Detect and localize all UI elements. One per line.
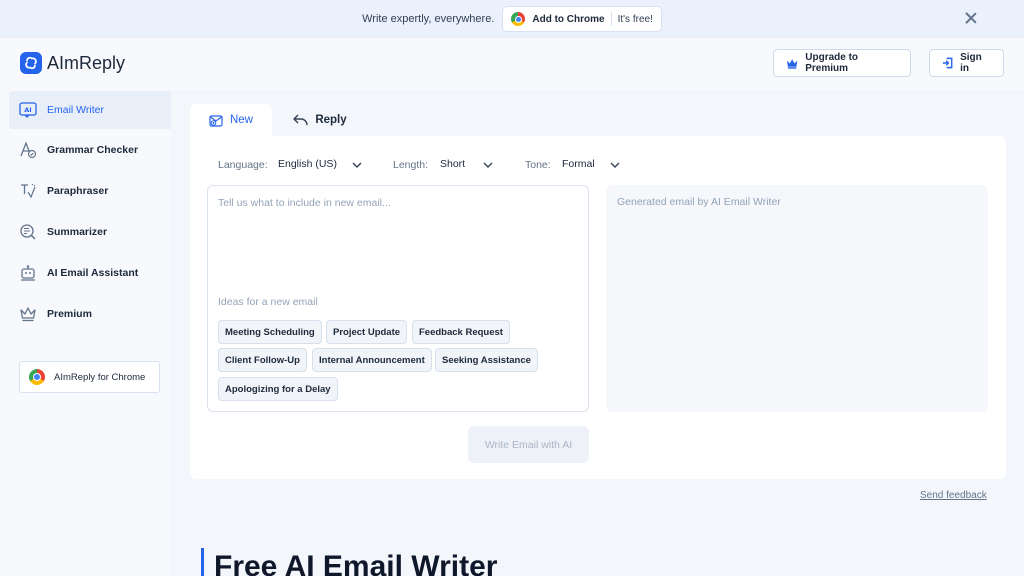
pill-divider (610, 12, 612, 26)
logo-icon (20, 52, 42, 74)
page-title: Free AI Email Writer (214, 550, 498, 576)
sidebar-item-grammar-checker[interactable]: Grammar Checker (9, 131, 171, 169)
grammar-icon (19, 141, 37, 159)
crown-icon (19, 305, 37, 323)
email-writer-card: Language: English (US) Length: Short Ton… (190, 136, 1006, 479)
sign-in-icon (942, 57, 953, 69)
crown-icon (786, 58, 798, 69)
send-feedback-link[interactable]: Send feedback (920, 490, 987, 501)
tab-reply[interactable]: Reply (274, 104, 366, 136)
tab-reply-label: Reply (315, 114, 347, 126)
chrome-card-label: AImReply for Chrome (54, 371, 146, 383)
sidebar-item-label: AI Email Assistant (47, 267, 139, 279)
free-note: It's free! (617, 13, 653, 25)
upgrade-button[interactable]: Upgrade to Premium (773, 49, 911, 77)
logo-text: AImReply (47, 52, 126, 73)
reply-icon (293, 114, 309, 126)
tone-label: Tone: (525, 159, 551, 171)
language-label: Language: (218, 159, 268, 171)
chrome-extension-card[interactable]: AImReply for Chrome (19, 361, 160, 393)
tone-select[interactable]: Formal (562, 158, 595, 170)
email-prompt-input[interactable]: Tell us what to include in new email... … (207, 185, 589, 412)
input-placeholder[interactable]: Tell us what to include in new email... (218, 197, 391, 209)
idea-chip[interactable]: Apologizing for a Delay (218, 377, 338, 401)
sidebar: AI Email Writer Grammar Checker Paraphra… (0, 90, 171, 576)
upgrade-label: Upgrade to Premium (805, 52, 859, 74)
sidebar-item-label: Grammar Checker (47, 144, 139, 156)
chevron-down-icon[interactable] (352, 160, 362, 170)
sign-in-button[interactable]: Sign in (929, 49, 1004, 77)
sidebar-item-label: Paraphraser (47, 185, 109, 197)
idea-chip[interactable]: Meeting Scheduling (218, 320, 322, 344)
chevron-down-icon[interactable] (610, 160, 620, 170)
add-to-chrome-button[interactable]: Add to Chrome It's free! (502, 6, 662, 32)
tab-new[interactable]: New (190, 104, 272, 136)
sidebar-item-ai-email-assistant[interactable]: AI Email Assistant (9, 254, 171, 292)
promo-banner: Write expertly, everywhere. Add to Chrom… (0, 0, 1024, 38)
language-select[interactable]: English (US) (278, 158, 337, 170)
chrome-icon (29, 369, 45, 385)
sidebar-item-email-writer[interactable]: AI Email Writer (9, 91, 171, 129)
compose-icon (209, 114, 223, 127)
hero-accent-bar (201, 548, 204, 576)
sidebar-item-label: Email Writer (47, 104, 104, 116)
ai-icon: AI (19, 101, 37, 119)
chrome-icon (511, 12, 526, 26)
sidebar-item-paraphraser[interactable]: Paraphraser (9, 172, 171, 210)
length-label: Length: (393, 159, 429, 171)
output-placeholder: Generated email by AI Email Writer (617, 196, 781, 208)
idea-chip[interactable]: Client Follow-Up (218, 348, 307, 372)
sidebar-item-premium[interactable]: Premium (9, 295, 171, 333)
svg-text:AI: AI (24, 106, 31, 114)
idea-chip[interactable]: Seeking Assistance (435, 348, 538, 372)
summarize-icon (19, 223, 37, 241)
length-select[interactable]: Short (440, 158, 465, 170)
sidebar-item-summarizer[interactable]: Summarizer (9, 213, 171, 251)
generated-email-output: Generated email by AI Email Writer (606, 185, 988, 412)
chevron-down-icon[interactable] (483, 160, 493, 170)
add-to-chrome-label: Add to Chrome (532, 13, 605, 25)
robot-icon (19, 264, 37, 282)
close-icon[interactable] (964, 11, 978, 25)
sidebar-item-label: Premium (47, 308, 92, 320)
idea-chip[interactable]: Feedback Request (412, 320, 510, 344)
sign-in-label: Sign in (960, 52, 982, 74)
ideas-label: Ideas for a new email (218, 296, 318, 308)
main-content: New Reply Language: English (US) Length:… (171, 90, 1024, 576)
write-email-button[interactable]: Write Email with AI (468, 426, 589, 463)
header: AImReply Upgrade to Premium Sign in (0, 38, 1024, 90)
tab-new-label: New (229, 114, 253, 126)
idea-chip[interactable]: Internal Announcement (312, 348, 432, 372)
sidebar-item-label: Summarizer (47, 226, 108, 238)
logo[interactable]: AImReply (20, 52, 125, 74)
paraphrase-icon (19, 182, 37, 200)
banner-text: Write expertly, everywhere. (362, 13, 495, 25)
idea-chip[interactable]: Project Update (326, 320, 408, 344)
